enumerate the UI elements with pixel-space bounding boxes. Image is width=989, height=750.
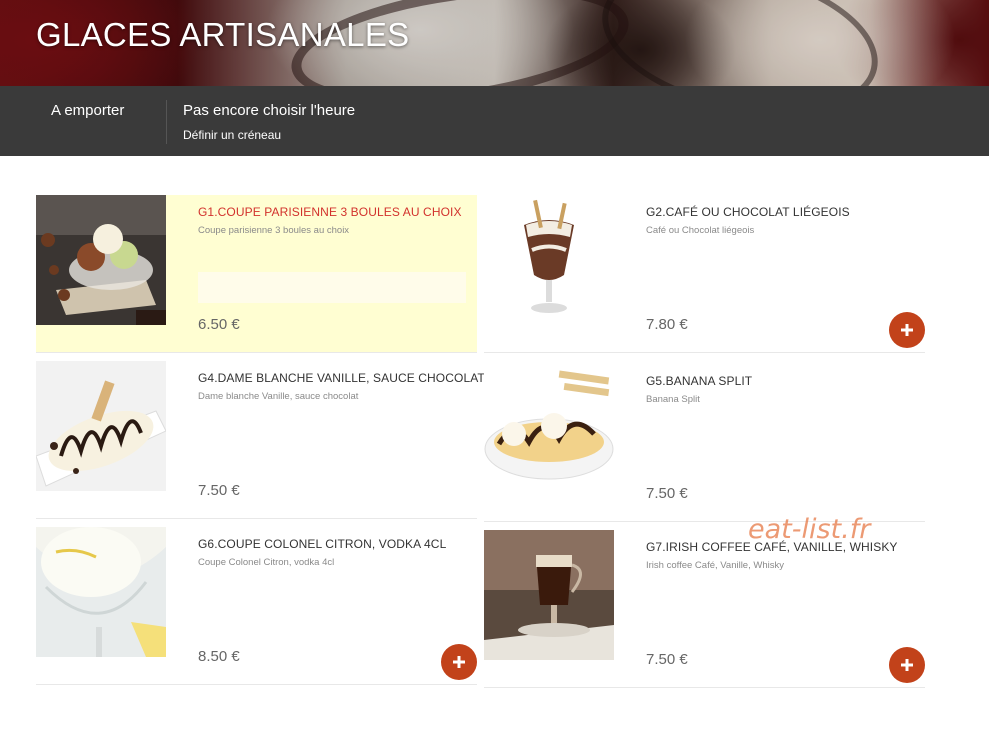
order-mode-selector[interactable]: A emporter: [51, 102, 124, 119]
product-image-sundae: [36, 195, 166, 325]
plus-icon: [901, 324, 913, 336]
product-description: Coupe Colonel Citron, vodka 4cl: [198, 557, 335, 568]
product-price: 6.50 €: [198, 316, 240, 333]
watermark-text: eat-list.fr: [748, 514, 871, 545]
product-card[interactable]: G7.IRISH COFFEE CAFÉ, VANILLE, WHISKY Ir…: [484, 530, 925, 688]
product-card[interactable]: G1.COUPE PARISIENNE 3 BOULES AU CHOIX Co…: [36, 195, 477, 353]
product-card[interactable]: G5.BANANA SPLIT Banana Split 7.50 €: [484, 364, 925, 522]
page-title: GLACES ARTISANALES: [36, 16, 410, 53]
order-options-bar: A emporter Pas encore choisir l'heure Dé…: [0, 86, 989, 156]
set-time-slot-link[interactable]: Définir un créneau: [183, 128, 281, 142]
product-price: 8.50 €: [198, 648, 240, 665]
product-image-banana-split: [484, 364, 614, 494]
add-to-cart-button[interactable]: [889, 312, 925, 348]
plus-icon: [901, 659, 913, 671]
product-price: 7.50 €: [646, 485, 688, 502]
product-price: 7.80 €: [646, 316, 688, 333]
product-price: 7.50 €: [198, 482, 240, 499]
product-image-irish-coffee: [484, 530, 614, 660]
product-name[interactable]: G2.CAFÉ OU CHOCOLAT LIÉGEOIS: [646, 205, 850, 219]
nav-divider: [166, 100, 167, 144]
product-description: Banana Split: [646, 394, 700, 405]
product-image-liegeois: [484, 195, 614, 325]
product-card[interactable]: G4.DAME BLANCHE VANILLE, SAUCE CHOCOLAT …: [36, 361, 485, 519]
product-price: 7.50 €: [646, 651, 688, 668]
product-name[interactable]: G1.COUPE PARISIENNE 3 BOULES AU CHOIX: [198, 205, 462, 219]
plus-icon: [453, 656, 465, 668]
hero-banner: GLACES ARTISANALES: [0, 0, 989, 86]
product-name[interactable]: G5.BANANA SPLIT: [646, 374, 752, 388]
product-image-colonel: [36, 527, 166, 657]
add-to-cart-button[interactable]: [441, 644, 477, 680]
product-name[interactable]: G4.DAME BLANCHE VANILLE, SAUCE CHOCOLAT: [198, 371, 485, 385]
product-options-field[interactable]: [198, 272, 466, 303]
product-description: Irish coffee Café, Vanille, Whisky: [646, 560, 784, 571]
pickup-time-status: Pas encore choisir l'heure: [183, 102, 356, 119]
product-image-dame-blanche: [36, 361, 166, 491]
product-name[interactable]: G6.COUPE COLONEL CITRON, VODKA 4CL: [198, 537, 446, 551]
product-card[interactable]: G6.COUPE COLONEL CITRON, VODKA 4CL Coupe…: [36, 527, 477, 685]
add-to-cart-button[interactable]: [889, 647, 925, 683]
product-description: Café ou Chocolat liégeois: [646, 225, 755, 236]
product-card[interactable]: G2.CAFÉ OU CHOCOLAT LIÉGEOIS Café ou Cho…: [484, 195, 925, 353]
product-description: Coupe parisienne 3 boules au choix: [198, 225, 350, 236]
product-description: Dame blanche Vanille, sauce chocolat: [198, 391, 359, 402]
